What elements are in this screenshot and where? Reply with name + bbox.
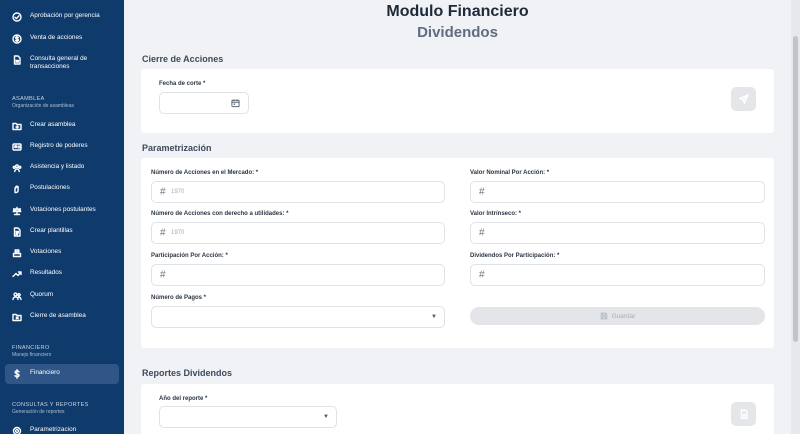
numero-pagos-label: Número de Pagos *: [151, 295, 207, 301]
sidebar-item-parametrizacion[interactable]: Parametrizacion: [12, 426, 120, 434]
section-subtitle-consultas: Generación de reportes: [12, 409, 65, 415]
send-button[interactable]: [731, 87, 756, 111]
dividendos-input[interactable]: #: [470, 264, 765, 286]
scrollbar-thumb[interactable]: [793, 36, 798, 342]
fecha-corte-label: Fecha de corte *: [159, 81, 206, 87]
section-heading-parametrizacion: Parametrización: [142, 143, 212, 153]
save-button[interactable]: Guardar: [470, 307, 765, 325]
participacion-input[interactable]: #: [151, 264, 445, 286]
acciones-mercado-placeholder: 1970: [171, 189, 185, 195]
hash-icon: #: [160, 227, 166, 239]
sidebar-item-label: Parametrizacion: [30, 426, 77, 433]
sidebar-item-label: Postulaciones: [30, 184, 70, 191]
folder-icon: [12, 121, 22, 131]
report-button[interactable]: [731, 402, 756, 426]
section-heading-reportes: Reportes Dividendos: [142, 368, 233, 378]
dividendos-label: Dividendos Por Participación: *: [470, 253, 560, 259]
folder-close-icon: [12, 312, 22, 322]
acciones-derecho-input[interactable]: # 1970: [151, 222, 445, 244]
valor-nominal-label: Valor Nominal Por Acción: *: [470, 170, 550, 176]
hash-icon: #: [479, 227, 485, 239]
scale-icon: [12, 206, 22, 216]
sidebar-item-label: Financiero: [30, 369, 60, 376]
page-subtitle: Dividendos: [417, 24, 498, 41]
save-icon: [600, 312, 607, 320]
sidebar-item-label: Quorum: [30, 291, 54, 298]
acciones-mercado-label: Número de Acciones en el Mercado: *: [151, 170, 259, 176]
sidebar-item-votaciones[interactable]: Votaciones: [12, 248, 120, 258]
valor-intrinseco-input[interactable]: #: [470, 222, 765, 244]
section-title-asamblea: ASAMBLEA: [12, 96, 45, 102]
sidebar-item-venta-acciones[interactable]: Venta de acciones: [12, 34, 120, 44]
sidebar-item-label: Registro de poderes: [30, 142, 88, 149]
sidebar-item-consulta-transacciones[interactable]: Consulta general de transacciones: [12, 55, 120, 71]
sidebar-item-label: Votaciones postulantes: [30, 206, 96, 213]
hand-icon: [12, 184, 22, 194]
participacion-label: Participación Por Acción: *: [151, 253, 228, 259]
report-icon: [740, 409, 748, 419]
ballot-icon: [12, 248, 22, 258]
sidebar-item-aprobacion[interactable]: Aprobación por gerencia: [12, 12, 120, 22]
sidebar-item-label: Asistencia y listado: [30, 163, 85, 170]
sidebar-item-label: Aprobación por gerencia: [30, 12, 100, 19]
section-title-consultas: CONSULTAS Y REPORTES: [12, 402, 89, 408]
section-subtitle-asamblea: Organización de asambleas: [12, 103, 74, 109]
anio-reporte-label: Año del reporte *: [159, 396, 208, 402]
sidebar-item-crear-plantillas[interactable]: Crear plantillas: [12, 227, 120, 237]
hash-icon: #: [479, 186, 485, 198]
hash-icon: #: [479, 269, 485, 281]
sidebar-item-label: Venta de acciones: [30, 34, 83, 41]
hash-icon: #: [160, 186, 166, 198]
people-icon: [12, 291, 22, 301]
fecha-corte-input[interactable]: [159, 92, 249, 114]
sidebar-item-registro-poderes[interactable]: Registro de poderes: [12, 142, 120, 152]
dollar-icon: [12, 369, 22, 379]
trend-icon: [12, 269, 22, 279]
sidebar-item-label: Resultados: [30, 269, 62, 276]
sidebar-item-financiero[interactable]: Financiero: [12, 369, 120, 379]
sidebar-item-resultados[interactable]: Resultados: [12, 269, 120, 279]
template-icon: [12, 227, 22, 237]
sidebar-item-crear-asamblea[interactable]: Crear asamblea: [12, 121, 120, 131]
acciones-derecho-label: Número de Acciones con derecho a utilida…: [151, 211, 289, 217]
sidebar-item-quorum[interactable]: Quorum: [12, 291, 120, 301]
sidebar-item-asistencia[interactable]: Asistencia y listado: [12, 163, 120, 173]
sidebar-item-label: Votaciones: [30, 248, 62, 255]
valor-nominal-input[interactable]: #: [470, 181, 765, 203]
chevron-down-icon: ▼: [323, 414, 329, 420]
page-title: Modulo Financiero: [386, 3, 529, 20]
chevron-down-icon: ▼: [431, 314, 437, 320]
valor-intrinseco-label: Valor Intrínseco: *: [470, 211, 522, 217]
numero-pagos-select[interactable]: ▼: [151, 306, 445, 328]
sidebar-item-postulaciones[interactable]: Postulaciones: [12, 184, 120, 194]
acciones-mercado-input[interactable]: # 1970: [151, 181, 445, 203]
acciones-derecho-placeholder: 1970: [171, 230, 185, 236]
sidebar-item-votaciones-postulantes[interactable]: Votaciones postulantes: [12, 206, 120, 216]
main-content: Modulo Financiero Dividendos Cierre de A…: [124, 0, 791, 434]
hash-icon: #: [160, 269, 166, 281]
sidebar-item-label: Consulta general de transacciones: [30, 55, 88, 70]
sidebar-item-label: Crear plantillas: [30, 227, 73, 234]
cierre-card: Fecha de corte *: [141, 69, 774, 133]
reportes-card: Año del reporte * ▼: [141, 384, 774, 434]
section-subtitle-financiero: Manejo financiero: [12, 352, 52, 358]
sidebar: Aprobación por gerencia Venta de accione…: [0, 0, 124, 434]
calendar-icon[interactable]: [231, 99, 240, 108]
send-icon: [738, 94, 749, 104]
save-button-label: Guardar: [611, 312, 636, 320]
sidebar-item-label: Cierre de asamblea: [30, 312, 86, 319]
section-heading-cierre: Cierre de Acciones: [142, 54, 224, 64]
id-card-icon: [12, 142, 22, 152]
settings-icon: [12, 426, 22, 434]
parametrizacion-card: Número de Acciones en el Mercado: * # 19…: [141, 158, 774, 348]
check-circle-icon: [12, 12, 22, 22]
sidebar-item-label: Crear asamblea: [30, 121, 76, 128]
document-icon: [12, 55, 22, 65]
sidebar-item-cierre-asamblea[interactable]: Cierre de asamblea: [12, 312, 120, 322]
section-title-financiero: FINANCIERO: [12, 345, 50, 351]
group-icon: [12, 163, 22, 173]
anio-reporte-select[interactable]: ▼: [159, 406, 337, 428]
dollar-circle-icon: [12, 34, 22, 44]
